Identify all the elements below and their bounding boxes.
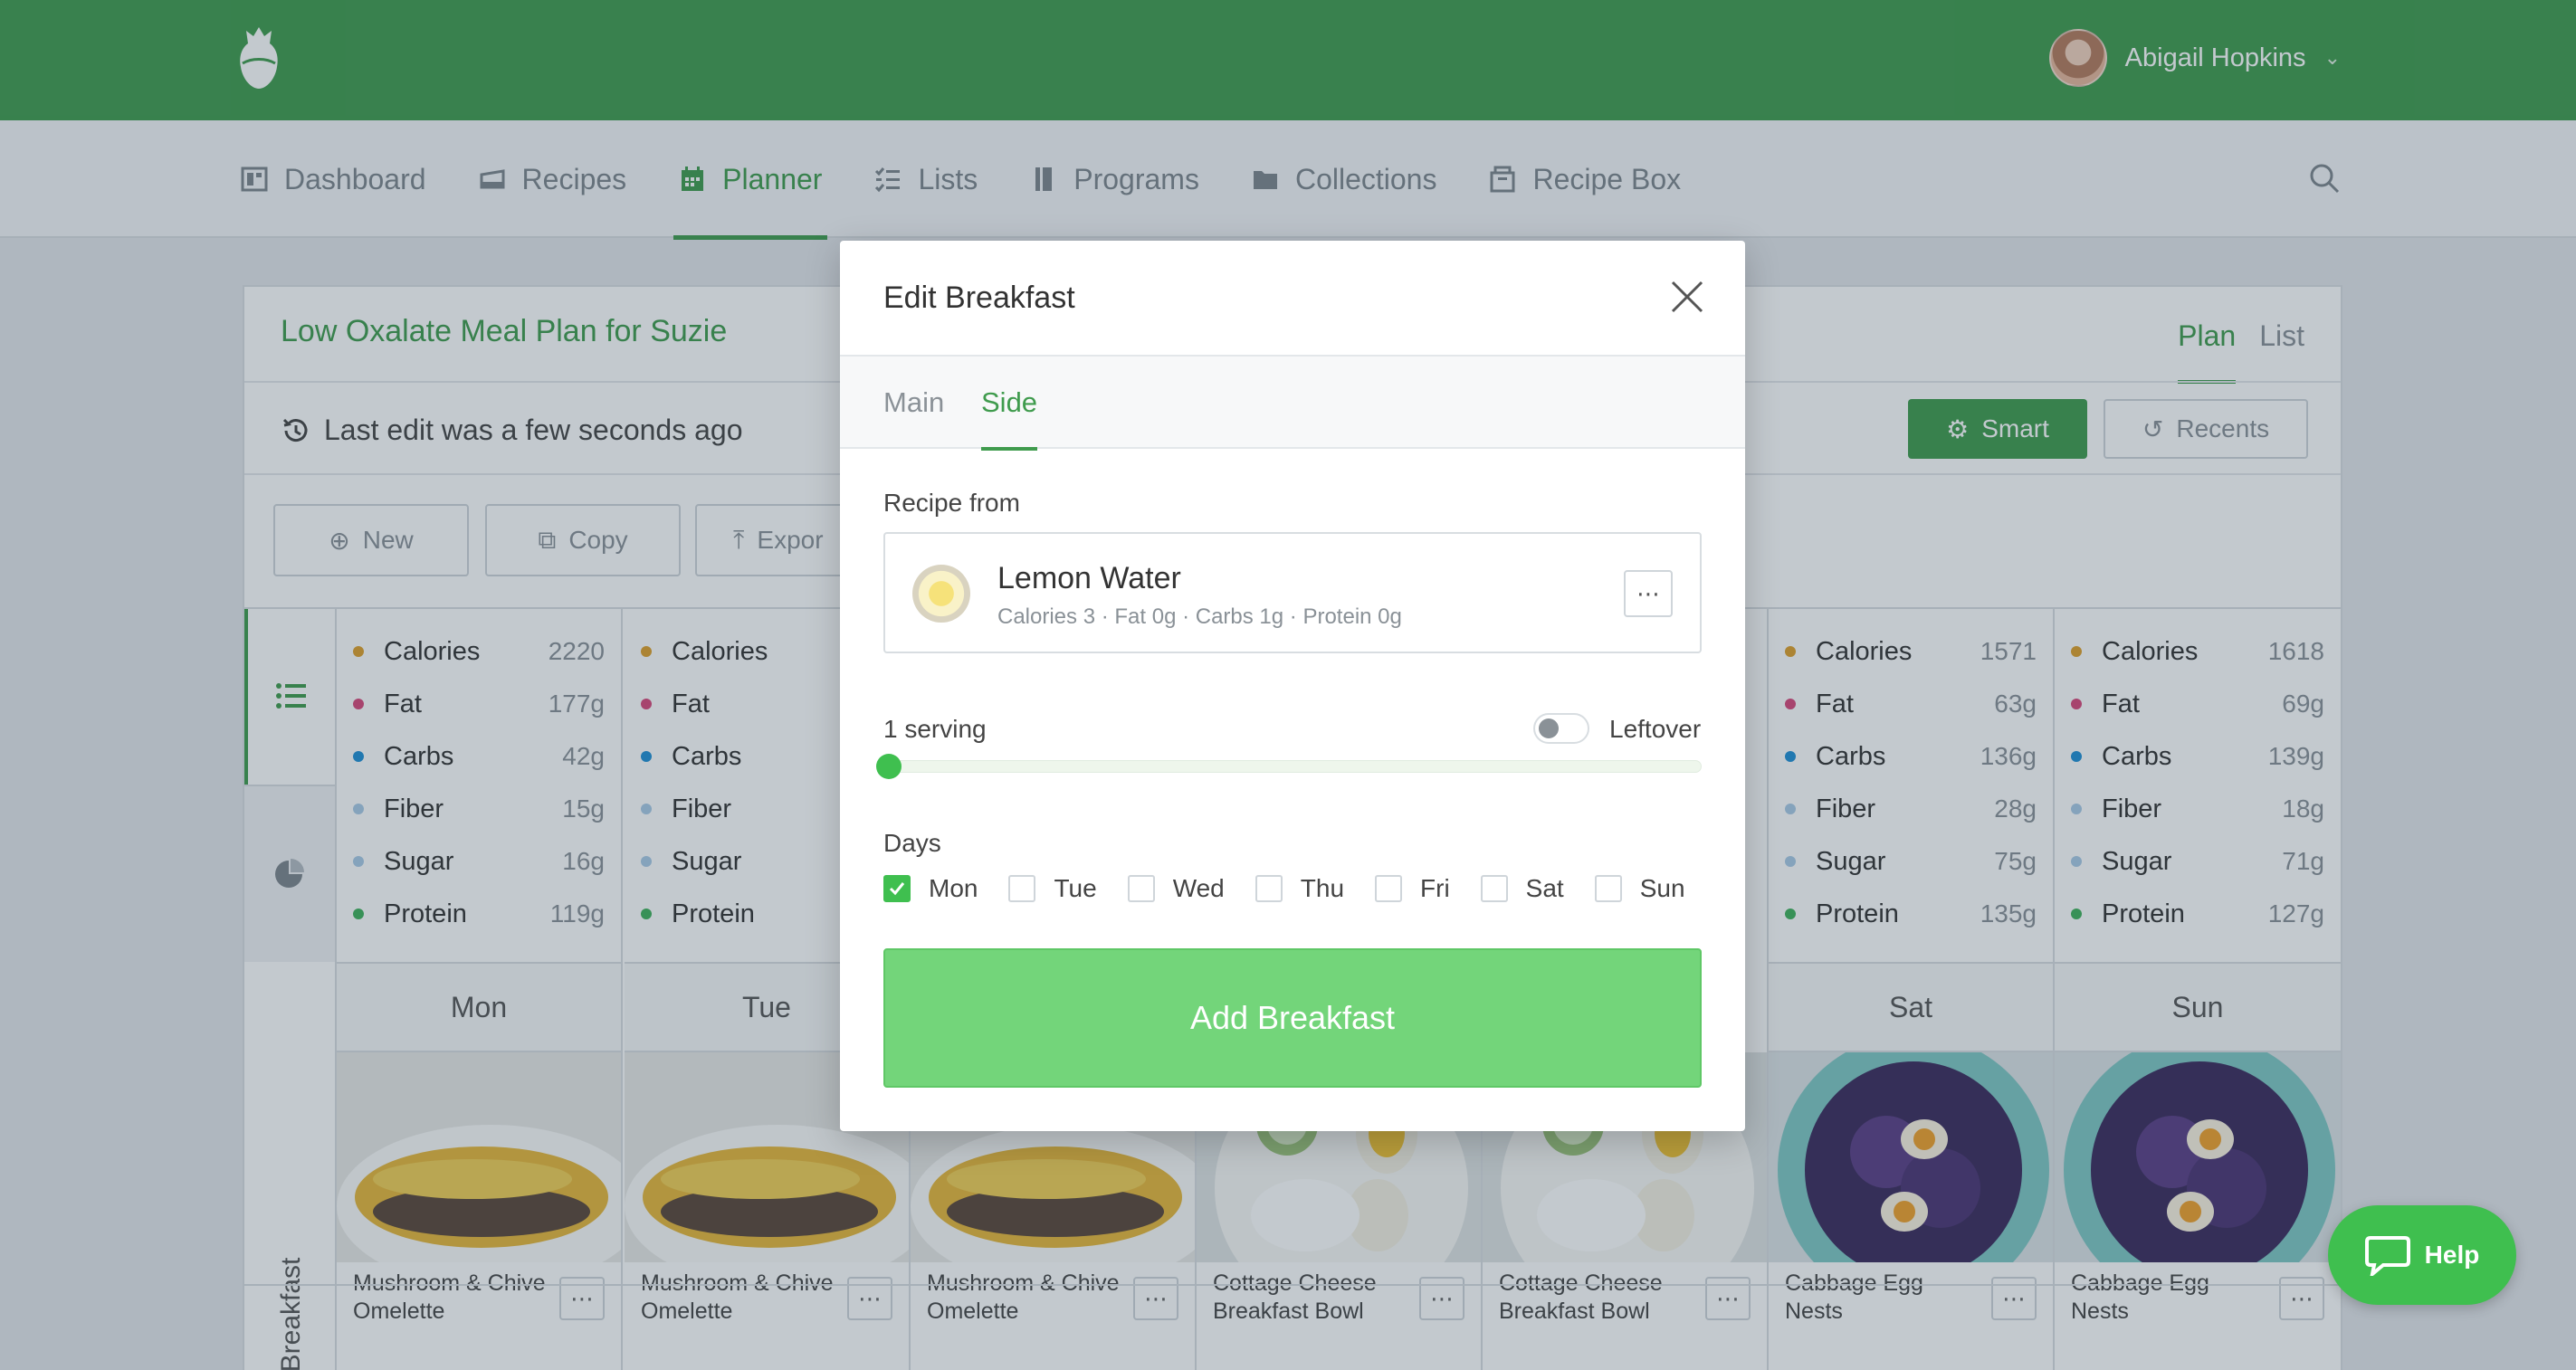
modal-header: Edit Breakfast	[840, 241, 1745, 357]
recipe-name: Lemon Water	[997, 561, 1181, 595]
day-checkbox-tue[interactable]: Tue	[1008, 874, 1097, 903]
recipe-from-label: Recipe from	[883, 489, 1020, 517]
day-checkbox-mon[interactable]: Mon	[883, 874, 978, 903]
close-icon[interactable]	[1669, 279, 1705, 315]
tab-main[interactable]: Main	[883, 357, 944, 449]
recipe-more-button[interactable]: ⋯	[1624, 570, 1673, 617]
day-checkbox-sun[interactable]: Sun	[1594, 874, 1685, 903]
recipe-thumbnail	[912, 565, 970, 623]
help-label: Help	[2424, 1241, 2480, 1269]
days-label: Days	[883, 829, 941, 857]
servings-slider-track[interactable]	[883, 760, 1702, 773]
chat-bubble-icon	[2364, 1236, 2410, 1276]
tab-side[interactable]: Side	[981, 357, 1038, 451]
day-checkbox-sat[interactable]: Sat	[1480, 874, 1564, 903]
day-checkbox-fri[interactable]: Fri	[1375, 874, 1450, 903]
day-checkbox-wed[interactable]: Wed	[1127, 874, 1225, 903]
modal-tabs: Main Side	[840, 357, 1745, 451]
modal-title: Edit Breakfast	[883, 281, 1075, 315]
leftover-label: Leftover	[1609, 715, 1702, 743]
servings-slider-handle[interactable]	[876, 754, 902, 779]
servings-label: 1 serving	[883, 715, 987, 743]
help-button[interactable]: Help	[2328, 1205, 2516, 1305]
add-breakfast-button[interactable]: Add Breakfast	[883, 948, 1702, 1088]
recipe-selector[interactable]: Lemon Water Calories 3 · Fat 0g · Carbs …	[883, 532, 1702, 653]
recipe-nutrition: Calories 3 · Fat 0g · Carbs 1g · Protein…	[997, 604, 1402, 629]
day-checkbox-thu[interactable]: Thu	[1255, 874, 1344, 903]
edit-breakfast-modal: Edit Breakfast Main Side Recipe from Lem…	[840, 241, 1745, 1131]
check-icon	[883, 875, 911, 902]
leftover-toggle[interactable]	[1533, 713, 1589, 744]
days-checkbox-group: Mon Tue Wed Thu Fri Sat Sun	[883, 874, 1716, 903]
